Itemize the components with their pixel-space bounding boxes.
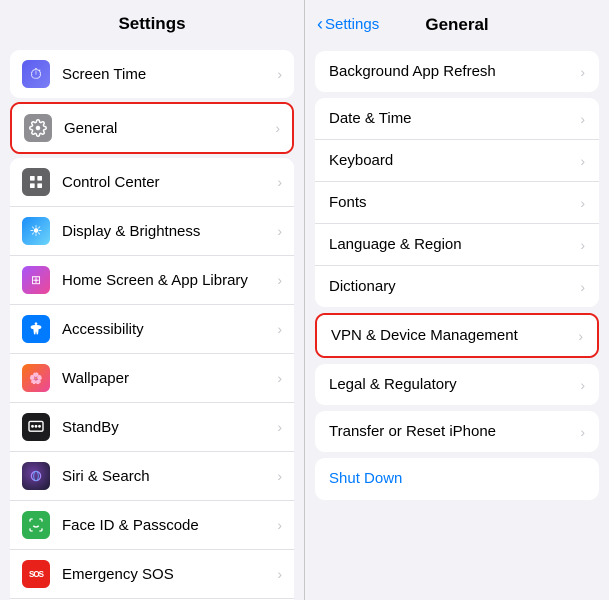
screen-time-label: Screen Time (62, 66, 277, 83)
sidebar-item-screen-time[interactable]: ⏱ Screen Time › (10, 50, 294, 98)
right-item-vpn[interactable]: VPN & Device Management › (317, 315, 597, 356)
chevron-icon: › (277, 66, 282, 82)
chevron-icon: › (578, 328, 583, 344)
fonts-label: Fonts (329, 194, 580, 211)
right-item-fonts[interactable]: Fonts › (315, 182, 599, 224)
transfer-label: Transfer or Reset iPhone (329, 423, 580, 440)
sidebar-item-control-center[interactable]: Control Center › (10, 158, 294, 207)
chevron-icon: › (277, 468, 282, 484)
chevron-icon: › (580, 279, 585, 295)
home-screen-icon: ⊞ (22, 266, 50, 294)
back-chevron-icon: ‹ (317, 14, 323, 35)
right-item-transfer[interactable]: Transfer or Reset iPhone › (315, 411, 599, 452)
back-label: Settings (325, 16, 379, 33)
display-icon: ☀ (22, 217, 50, 245)
sidebar-item-siri[interactable]: Siri & Search › (10, 452, 294, 501)
accessibility-label: Accessibility (62, 321, 277, 338)
siri-icon (22, 462, 50, 490)
right-item-keyboard[interactable]: Keyboard › (315, 140, 599, 182)
right-item-date-time[interactable]: Date & Time › (315, 98, 599, 140)
sidebar-item-general[interactable]: General › (12, 104, 292, 152)
shutdown-label: Shut Down (329, 470, 402, 487)
general-label: General (64, 120, 275, 137)
sidebar-item-display[interactable]: ☀ Display & Brightness › (10, 207, 294, 256)
standby-icon (22, 413, 50, 441)
chevron-icon: › (277, 370, 282, 386)
control-center-icon (22, 168, 50, 196)
sidebar-item-wallpaper[interactable]: 🌸 Wallpaper › (10, 354, 294, 403)
chevron-icon: › (277, 174, 282, 190)
group-1: Background App Refresh › (315, 51, 599, 92)
right-item-legal[interactable]: Legal & Regulatory › (315, 364, 599, 405)
keyboard-label: Keyboard (329, 152, 580, 169)
date-time-label: Date & Time (329, 110, 580, 127)
right-item-background-refresh[interactable]: Background App Refresh › (315, 51, 599, 92)
chevron-icon: › (275, 120, 280, 136)
siri-label: Siri & Search (62, 468, 277, 485)
wallpaper-label: Wallpaper (62, 370, 277, 387)
group-2: Date & Time › Keyboard › Fonts › Languag… (315, 98, 599, 307)
chevron-icon: › (277, 272, 282, 288)
right-panel-title: General (425, 15, 488, 35)
dictionary-label: Dictionary (329, 278, 580, 295)
chevron-icon: › (277, 566, 282, 582)
group-4: Transfer or Reset iPhone › (315, 411, 599, 452)
right-item-dictionary[interactable]: Dictionary › (315, 266, 599, 307)
vpn-label: VPN & Device Management (331, 327, 578, 344)
wallpaper-icon: 🌸 (22, 364, 50, 392)
sidebar-item-accessibility[interactable]: Accessibility › (10, 305, 294, 354)
sidebar-item-standby[interactable]: StandBy › (10, 403, 294, 452)
faceid-icon (22, 511, 50, 539)
chevron-icon: › (580, 153, 585, 169)
chevron-icon: › (277, 419, 282, 435)
background-refresh-label: Background App Refresh (329, 63, 580, 80)
legal-label: Legal & Regulatory (329, 376, 580, 393)
left-panel: Settings ⏱ Screen Time › General › (0, 0, 305, 600)
chevron-icon: › (580, 195, 585, 211)
group-vpn-highlighted: VPN & Device Management › (315, 313, 599, 358)
sos-label: Emergency SOS (62, 566, 277, 583)
chevron-icon: › (580, 424, 585, 440)
sos-icon: SOS (22, 560, 50, 588)
right-item-language[interactable]: Language & Region › (315, 224, 599, 266)
back-button[interactable]: ‹ Settings (317, 14, 379, 35)
right-panel: ‹ Settings General Background App Refres… (305, 0, 609, 600)
screen-time-icon: ⏱ (22, 60, 50, 88)
faceid-label: Face ID & Passcode (62, 517, 277, 534)
chevron-icon: › (580, 377, 585, 393)
control-center-label: Control Center (62, 174, 277, 191)
language-label: Language & Region (329, 236, 580, 253)
group-3: Legal & Regulatory › (315, 364, 599, 405)
display-label: Display & Brightness (62, 223, 277, 240)
home-screen-label: Home Screen & App Library (62, 272, 277, 289)
general-icon (24, 114, 52, 142)
sidebar-item-home-screen[interactable]: ⊞ Home Screen & App Library › (10, 256, 294, 305)
chevron-icon: › (580, 111, 585, 127)
chevron-icon: › (277, 223, 282, 239)
chevron-icon: › (277, 321, 282, 337)
standby-label: StandBy (62, 419, 277, 436)
sidebar-item-sos[interactable]: SOS Emergency SOS › (10, 550, 294, 599)
shutdown-item[interactable]: Shut Down (315, 458, 599, 500)
chevron-icon: › (580, 237, 585, 253)
chevron-icon: › (277, 517, 282, 533)
chevron-icon: › (580, 64, 585, 80)
left-panel-header: Settings (0, 0, 304, 44)
sidebar-item-faceid[interactable]: Face ID & Passcode › (10, 501, 294, 550)
accessibility-icon (22, 315, 50, 343)
right-panel-header: ‹ Settings General (305, 0, 609, 45)
